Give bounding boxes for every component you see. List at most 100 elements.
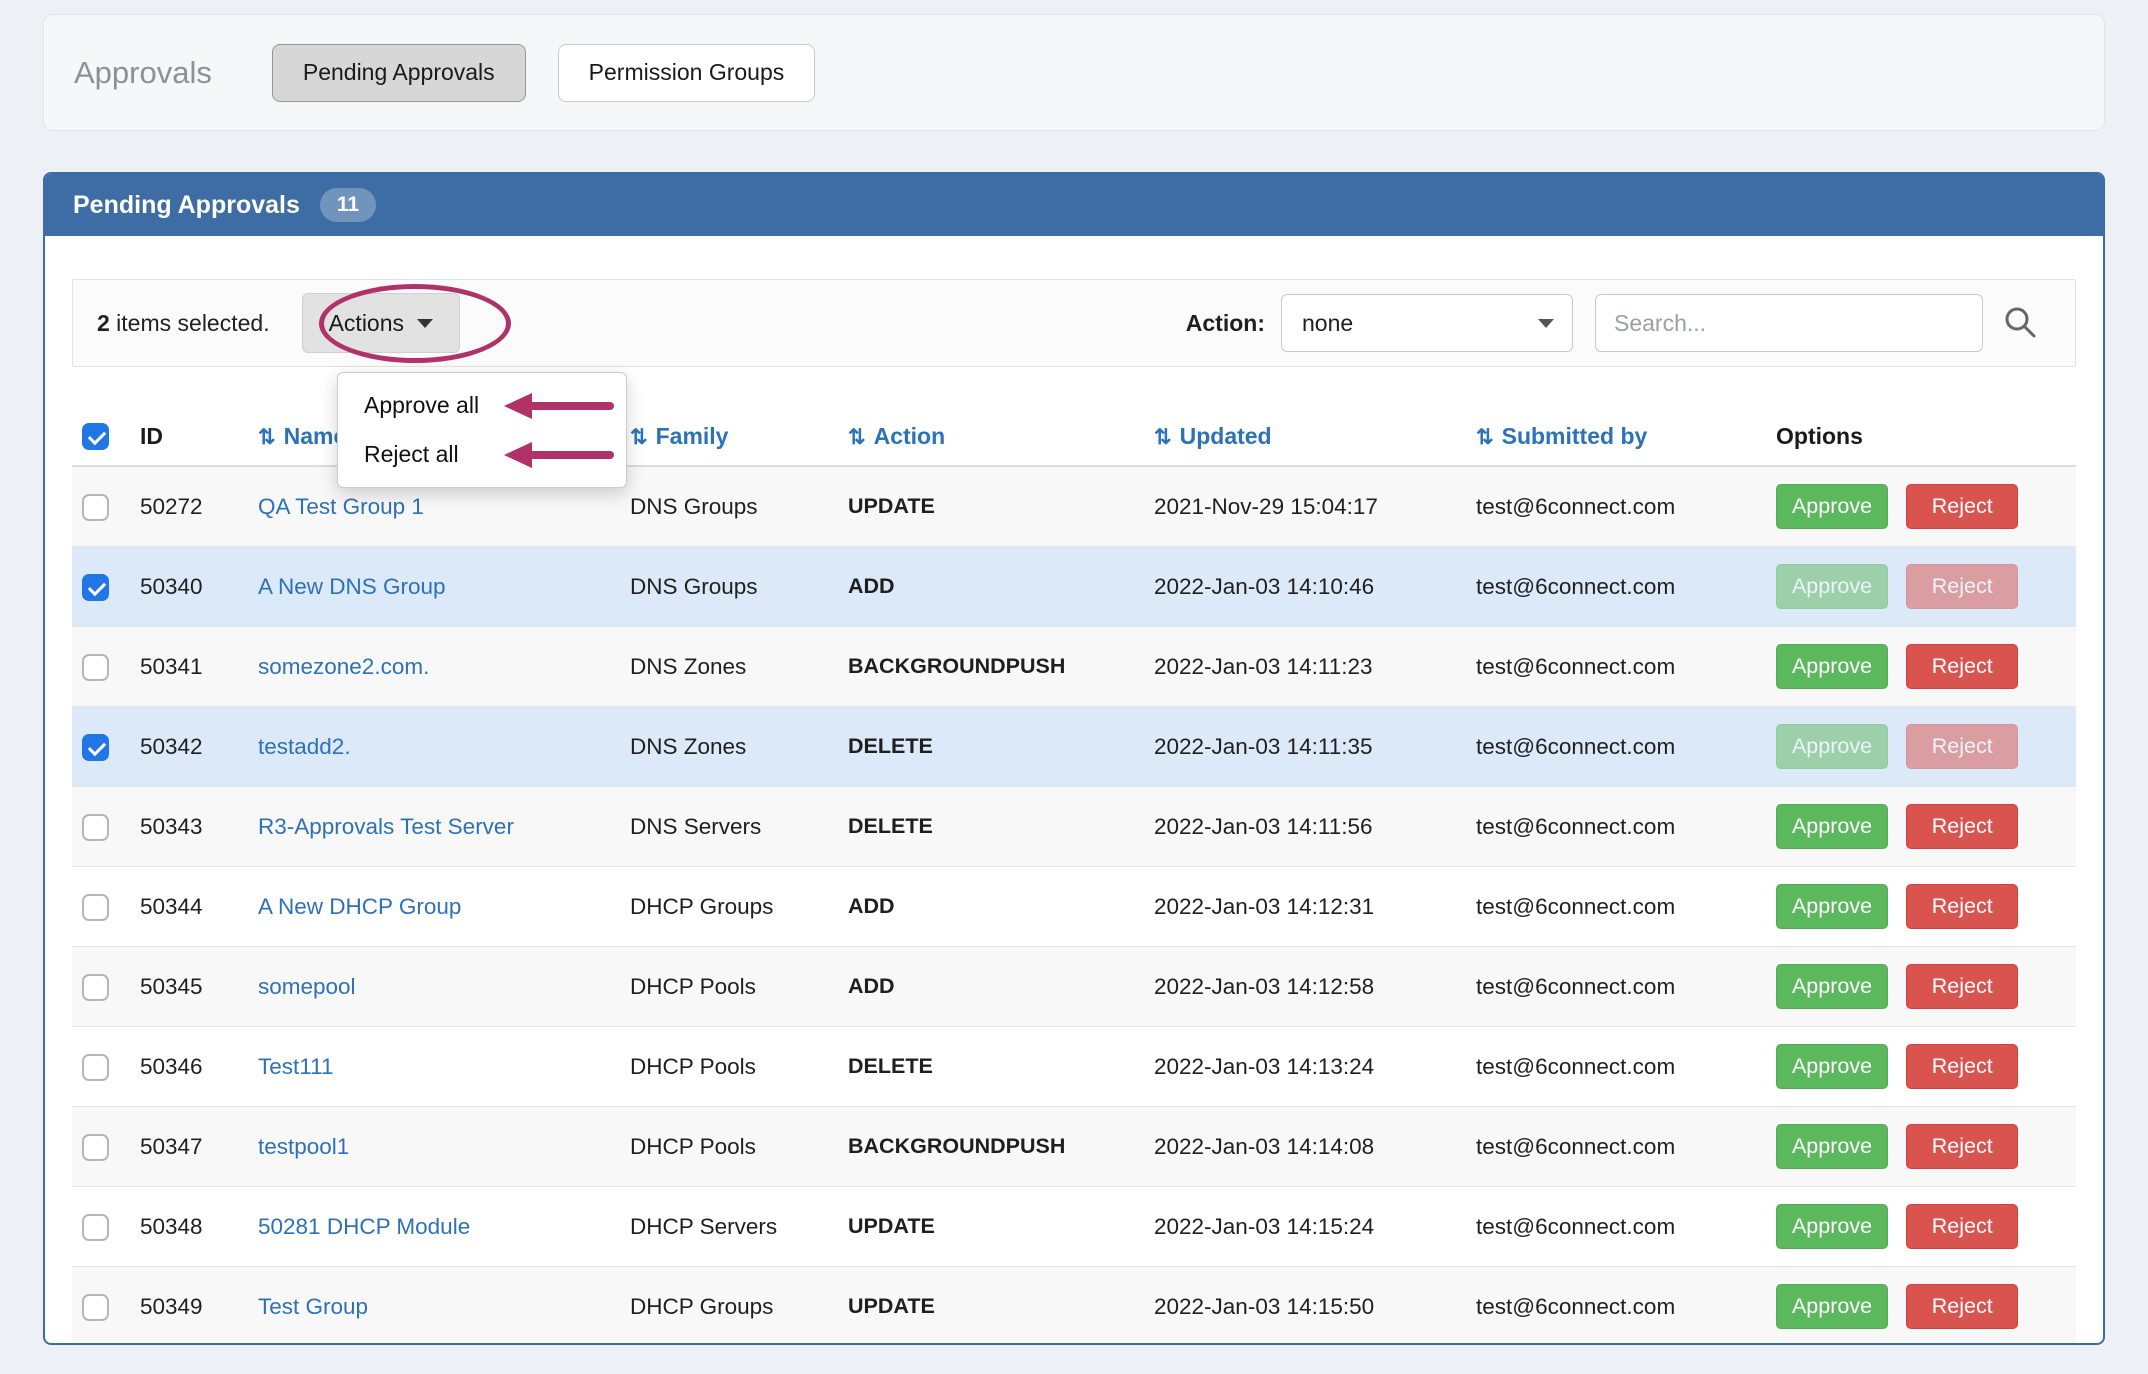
action-filter-label: Action:	[1185, 309, 1265, 336]
row-name-link[interactable]: somepool	[258, 974, 356, 999]
approve-button[interactable]: Approve	[1776, 804, 1888, 850]
cell-id: 50341	[130, 626, 248, 707]
row-checkbox[interactable]	[82, 653, 109, 681]
reject-button[interactable]: Reject	[1906, 1044, 2019, 1090]
table-row: 50347 testpool1 DHCP Pools BACKGROUNDPUS…	[72, 1106, 2076, 1187]
cell-action: DELETE	[838, 706, 1144, 787]
reject-button[interactable]: Reject	[1906, 804, 2019, 850]
reject-button[interactable]: Reject	[1906, 564, 2019, 610]
row-name-link[interactable]: testpool1	[258, 1134, 349, 1159]
approve-button[interactable]: Approve	[1776, 484, 1888, 530]
cell-options: Approve Reject	[1766, 465, 2076, 547]
row-checkbox[interactable]	[82, 1133, 109, 1161]
sort-icon: ⇅	[848, 425, 866, 449]
reject-button[interactable]: Reject	[1906, 884, 2019, 930]
cell-options: Approve Reject	[1766, 626, 2076, 707]
select-all-checkbox[interactable]	[82, 423, 109, 451]
reject-button[interactable]: Reject	[1906, 724, 2019, 770]
reject-button[interactable]: Reject	[1906, 1204, 2019, 1250]
table-row: 50345 somepool DHCP Pools ADD 2022-Jan-0…	[72, 946, 2076, 1027]
cell-submitted: test@6connect.com	[1466, 1266, 1766, 1343]
action-select[interactable]: none	[1281, 294, 1573, 352]
approve-button[interactable]: Approve	[1776, 1044, 1888, 1090]
approve-button[interactable]: Approve	[1776, 1124, 1888, 1170]
row-name-link[interactable]: somezone2.com.	[258, 654, 429, 679]
row-checkbox[interactable]	[82, 493, 109, 521]
reject-button[interactable]: Reject	[1906, 1284, 2019, 1330]
cell-action: BACKGROUNDPUSH	[838, 626, 1144, 707]
actions-button-label: Actions	[328, 309, 405, 336]
cell-id: 50347	[130, 1106, 248, 1187]
column-header-action[interactable]: ⇅ Action	[838, 407, 1144, 468]
sort-icon: ⇅	[1476, 425, 1494, 449]
reject-button[interactable]: Reject	[1906, 1124, 2019, 1170]
row-checkbox[interactable]	[82, 733, 109, 761]
row-name-link[interactable]: Test111	[258, 1054, 333, 1079]
column-header-family[interactable]: ⇅ Family	[620, 407, 838, 468]
table-row: 50341 somezone2.com. DNS Zones BACKGROUN…	[72, 626, 2076, 707]
approve-button[interactable]: Approve	[1776, 964, 1888, 1010]
column-header-updated[interactable]: ⇅ Updated	[1144, 407, 1466, 468]
row-name-link[interactable]: testadd2.	[258, 734, 351, 759]
row-name-link[interactable]: 50281 DHCP Module	[258, 1214, 470, 1239]
row-checkbox-cell	[72, 866, 130, 947]
row-checkbox-cell	[72, 1026, 130, 1107]
row-checkbox[interactable]	[82, 1213, 109, 1241]
row-name-link[interactable]: R3-Approvals Test Server	[258, 814, 514, 839]
approve-button[interactable]: Approve	[1776, 564, 1888, 610]
approve-button[interactable]: Approve	[1776, 724, 1888, 770]
arrow-left-icon	[504, 441, 532, 468]
reject-button[interactable]: Reject	[1906, 644, 2019, 690]
cell-name: 50281 DHCP Module	[248, 1186, 620, 1267]
cell-updated: 2022-Jan-03 14:14:08	[1144, 1106, 1466, 1187]
column-header-submitted-by[interactable]: ⇅ Submitted by	[1466, 407, 1766, 468]
selected-count: 2	[97, 309, 110, 336]
row-name-link[interactable]: A New DNS Group	[258, 574, 446, 599]
cell-options: Approve Reject	[1766, 946, 2076, 1027]
row-checkbox[interactable]	[82, 893, 109, 921]
toolbar-right: Action: none	[1186, 294, 2051, 352]
row-checkbox[interactable]	[82, 573, 109, 601]
table-row: 50343 R3-Approvals Test Server DNS Serve…	[72, 786, 2076, 867]
cell-action: ADD	[838, 866, 1144, 947]
cell-updated: 2021-Nov-29 15:04:17	[1144, 465, 1466, 547]
actions-dropdown-menu: Approve all Reject all	[337, 372, 627, 488]
approve-button[interactable]: Approve	[1776, 644, 1888, 690]
reject-button[interactable]: Reject	[1906, 964, 2019, 1010]
cell-id: 50340	[130, 546, 248, 627]
row-checkbox[interactable]	[82, 973, 109, 1001]
tab-permission-groups[interactable]: Permission Groups	[557, 43, 816, 102]
page-title: Approvals	[74, 54, 212, 90]
search-input[interactable]	[1595, 294, 1983, 352]
approve-button[interactable]: Approve	[1776, 1204, 1888, 1250]
approve-button[interactable]: Approve	[1776, 1284, 1888, 1330]
tab-pending-approvals[interactable]: Pending Approvals	[271, 43, 526, 102]
cell-action: BACKGROUNDPUSH	[838, 1106, 1144, 1187]
cell-options: Approve Reject	[1766, 706, 2076, 787]
reject-button[interactable]: Reject	[1906, 484, 2019, 530]
table-row: 50346 Test111 DHCP Pools DELETE 2022-Jan…	[72, 1026, 2076, 1107]
cell-submitted: test@6connect.com	[1466, 946, 1766, 1027]
row-name-link[interactable]: A New DHCP Group	[258, 894, 461, 919]
cell-id: 50346	[130, 1026, 248, 1107]
menu-item-approve-all-label: Approve all	[364, 392, 480, 418]
menu-item-approve-all[interactable]: Approve all	[338, 381, 626, 430]
sort-icon: ⇅	[1154, 425, 1172, 449]
cell-family: DHCP Servers	[620, 1186, 838, 1267]
row-name-link[interactable]: QA Test Group 1	[258, 494, 424, 519]
row-checkbox[interactable]	[82, 1293, 109, 1321]
menu-item-reject-all[interactable]: Reject all	[338, 430, 626, 479]
actions-dropdown-button[interactable]: Actions	[301, 293, 461, 353]
approve-button[interactable]: Approve	[1776, 884, 1888, 930]
cell-options: Approve Reject	[1766, 786, 2076, 867]
cell-family: DHCP Groups	[620, 1266, 838, 1343]
approvals-table-body: 50272 QA Test Group 1 DNS Groups UPDATE …	[72, 465, 2076, 1343]
row-name-link[interactable]: Test Group	[258, 1294, 368, 1319]
cell-id: 50345	[130, 946, 248, 1027]
cell-action: DELETE	[838, 1026, 1144, 1107]
search-button[interactable]	[1989, 294, 2051, 352]
row-checkbox[interactable]	[82, 1053, 109, 1081]
row-checkbox[interactable]	[82, 813, 109, 841]
cell-options: Approve Reject	[1766, 1266, 2076, 1343]
table-row: 50340 A New DNS Group DNS Groups ADD 202…	[72, 546, 2076, 627]
